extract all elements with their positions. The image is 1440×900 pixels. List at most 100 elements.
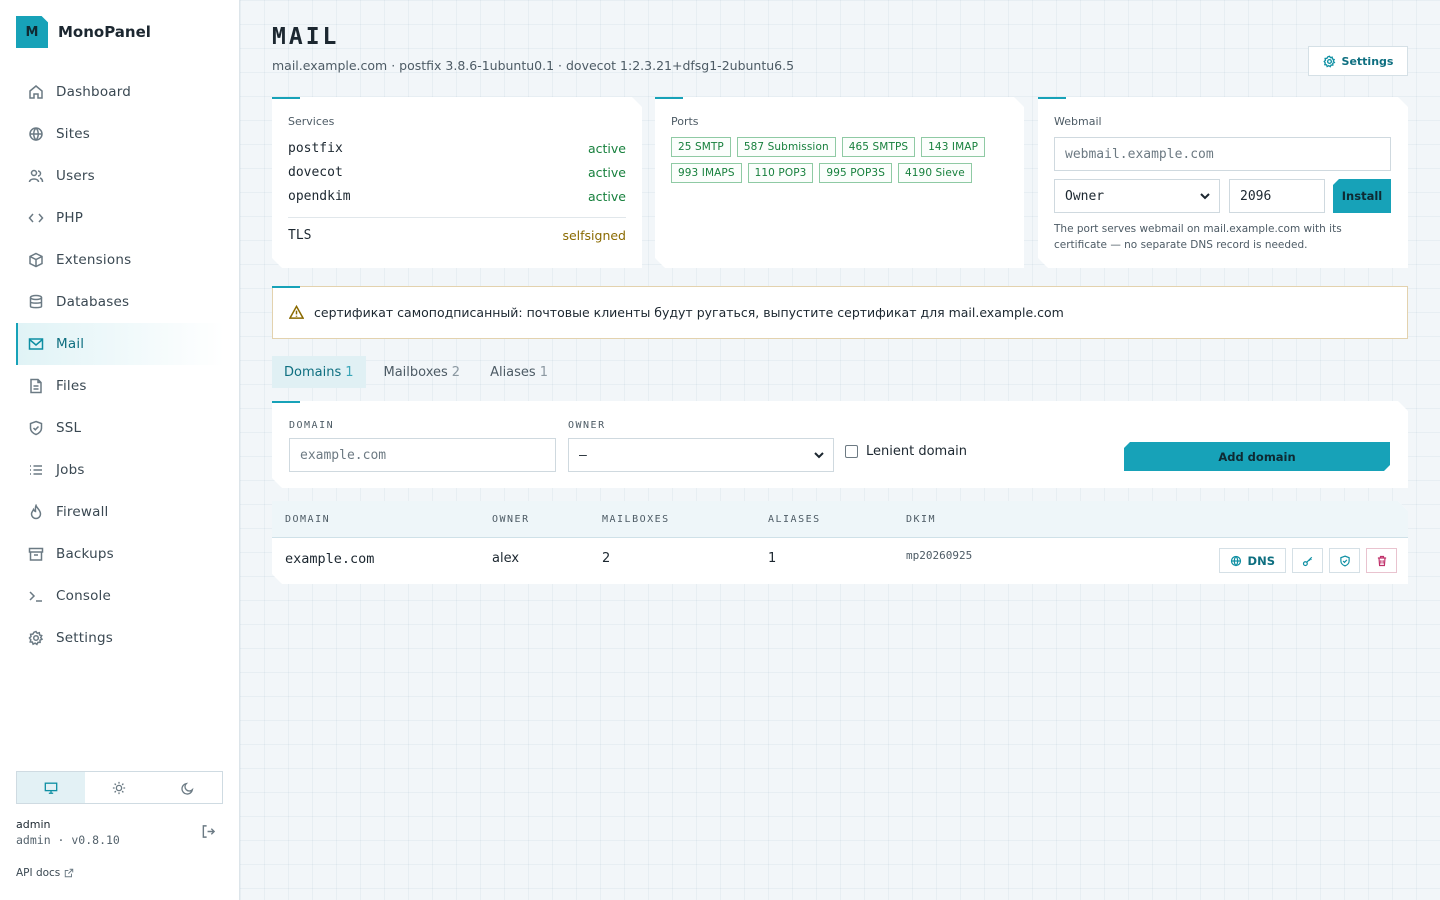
- tls-row: TLS selfsigned: [288, 228, 626, 243]
- sidebar-item-label: PHP: [56, 210, 84, 226]
- external-link-icon: [65, 868, 74, 878]
- sidebar-item-label: Settings: [56, 630, 113, 646]
- shield-icon: [29, 420, 43, 436]
- archive-icon: [28, 547, 44, 561]
- owner-select[interactable]: –: [568, 438, 834, 472]
- service-status: active: [588, 165, 626, 180]
- add-domain-button[interactable]: Add domain: [1124, 442, 1390, 471]
- sidebar-item-label: Databases: [56, 294, 130, 310]
- brand-name: MonoPanel: [58, 23, 151, 41]
- webmail-note: The port serves webmail on mail.example.…: [1054, 223, 1342, 251]
- dkim-key-button[interactable]: [1292, 548, 1323, 573]
- sidebar-item-php[interactable]: PHP: [16, 197, 224, 239]
- sidebar-item-sites[interactable]: Sites: [16, 113, 224, 155]
- webmail-port-input[interactable]: 2096: [1229, 179, 1325, 213]
- brand-logo: M: [16, 16, 48, 48]
- sidebar-item-ssl[interactable]: SSL: [16, 407, 224, 449]
- logout-button[interactable]: [201, 824, 216, 843]
- sidebar-item-files[interactable]: Files: [16, 365, 224, 407]
- brand[interactable]: M MonoPanel: [16, 16, 151, 48]
- settings-button[interactable]: Settings: [1308, 46, 1408, 76]
- database-icon: [29, 294, 43, 309]
- ports-list: 25 SMTP 587 Submission 465 SMTPS 143 IMA…: [671, 137, 1011, 183]
- checkbox-box[interactable]: [845, 445, 858, 458]
- tab-domains[interactable]: Domains 1: [272, 356, 366, 388]
- tls-name: TLS: [288, 228, 312, 243]
- terminal-icon: [29, 591, 42, 602]
- alert-text: сертификат самоподписанный: почтовые кли…: [314, 305, 1064, 320]
- services-card: Services postfix active dovecot active o…: [272, 97, 642, 268]
- tab-mailboxes[interactable]: Mailboxes 2: [372, 356, 473, 388]
- trash-icon: [1376, 555, 1388, 567]
- certificate-alert: сертификат самоподписанный: почтовые кли…: [272, 286, 1408, 339]
- key-icon: [1302, 555, 1314, 567]
- dns-button-label: DNS: [1247, 553, 1275, 568]
- mail-tabs: Domains 1 Mailboxes 2 Aliases 1: [272, 356, 560, 388]
- sidebar-item-console[interactable]: Console: [16, 575, 224, 617]
- dns-button[interactable]: DNS: [1219, 548, 1286, 573]
- code-icon: [28, 213, 44, 223]
- sidebar-item-settings[interactable]: Settings: [16, 617, 224, 659]
- ports-card: Ports 25 SMTP 587 Submission 465 SMTPS 1…: [655, 97, 1024, 268]
- sidebar-item-jobs[interactable]: Jobs: [16, 449, 224, 491]
- sidebar-item-label: Extensions: [56, 252, 132, 268]
- column-header: DOMAIN: [285, 514, 331, 525]
- theme-light-button[interactable]: [85, 772, 153, 803]
- theme-dark-button[interactable]: [154, 772, 222, 803]
- service-row: dovecot active: [288, 165, 626, 180]
- home-icon: [29, 85, 43, 99]
- table-header: DOMAIN OWNER MAILBOXES ALIASES DKIM: [272, 501, 1408, 538]
- user-name: admin: [16, 818, 51, 831]
- lenient-domain-label: Lenient domain: [866, 444, 968, 459]
- sidebar-item-label: Console: [56, 588, 111, 604]
- theme-system-button[interactable]: [17, 772, 86, 803]
- monitor-icon: [44, 782, 58, 794]
- domain-field-label: DOMAIN: [289, 420, 335, 431]
- service-status: active: [588, 141, 626, 156]
- sidebar-item-label: Mail: [56, 336, 85, 352]
- service-row: opendkim active: [288, 189, 626, 204]
- sidebar-item-label: Files: [56, 378, 87, 394]
- gear-icon: [1322, 54, 1335, 68]
- sidebar-item-label: Backups: [56, 546, 114, 562]
- service-name: postfix: [288, 141, 343, 156]
- tls-status: selfsigned: [562, 228, 626, 243]
- port-tag: 993 IMAPS: [671, 163, 742, 183]
- port-tag: 110 POP3: [748, 163, 814, 183]
- certificate-button[interactable]: [1329, 548, 1360, 573]
- page-subtitle: mail.example.com · postfix 3.8.6-1ubuntu…: [272, 58, 795, 73]
- sidebar-item-mail[interactable]: Mail: [16, 323, 224, 365]
- sidebar-item-dashboard[interactable]: Dashboard: [16, 71, 224, 113]
- port-tag: 25 SMTP: [671, 137, 731, 157]
- service-name: opendkim: [288, 189, 351, 204]
- chevron-down-icon: [813, 449, 825, 461]
- install-button[interactable]: Install: [1333, 179, 1391, 213]
- sidebar-item-databases[interactable]: Databases: [16, 281, 224, 323]
- webmail-owner-select[interactable]: Owner: [1054, 179, 1220, 213]
- tab-aliases[interactable]: Aliases 1: [478, 356, 560, 388]
- service-row: postfix active: [288, 141, 626, 156]
- sidebar-item-label: SSL: [56, 420, 82, 436]
- tab-label: Domains: [284, 364, 342, 380]
- api-docs-label: API docs: [16, 867, 61, 879]
- shield-icon: [1339, 555, 1351, 567]
- lenient-domain-checkbox[interactable]: Lenient domain: [845, 444, 967, 459]
- sidebar-item-extensions[interactable]: Extensions: [16, 239, 224, 281]
- sidebar-item-users[interactable]: Users: [16, 155, 224, 197]
- sidebar-item-firewall[interactable]: Firewall: [16, 491, 224, 533]
- row-actions: DNS: [1219, 548, 1397, 573]
- cube-icon: [29, 252, 43, 268]
- theme-switch: [16, 771, 223, 804]
- delete-button[interactable]: [1366, 548, 1397, 573]
- sidebar-item-backups[interactable]: Backups: [16, 533, 224, 575]
- service-status: active: [588, 189, 626, 204]
- webmail-host-input[interactable]: webmail.example.com: [1054, 137, 1391, 171]
- webmail-card: Webmail webmail.example.com Owner 2096 I…: [1038, 97, 1408, 268]
- domain-input[interactable]: example.com: [289, 438, 556, 472]
- column-header: OWNER: [492, 514, 530, 525]
- tab-count: 2: [451, 364, 461, 380]
- flame-icon: [30, 504, 42, 520]
- sidebar-nav: Dashboard Sites Users PHP Extensions Dat…: [16, 71, 224, 659]
- port-tag: 587 Submission: [737, 137, 836, 157]
- api-docs-link[interactable]: API docs: [16, 867, 74, 879]
